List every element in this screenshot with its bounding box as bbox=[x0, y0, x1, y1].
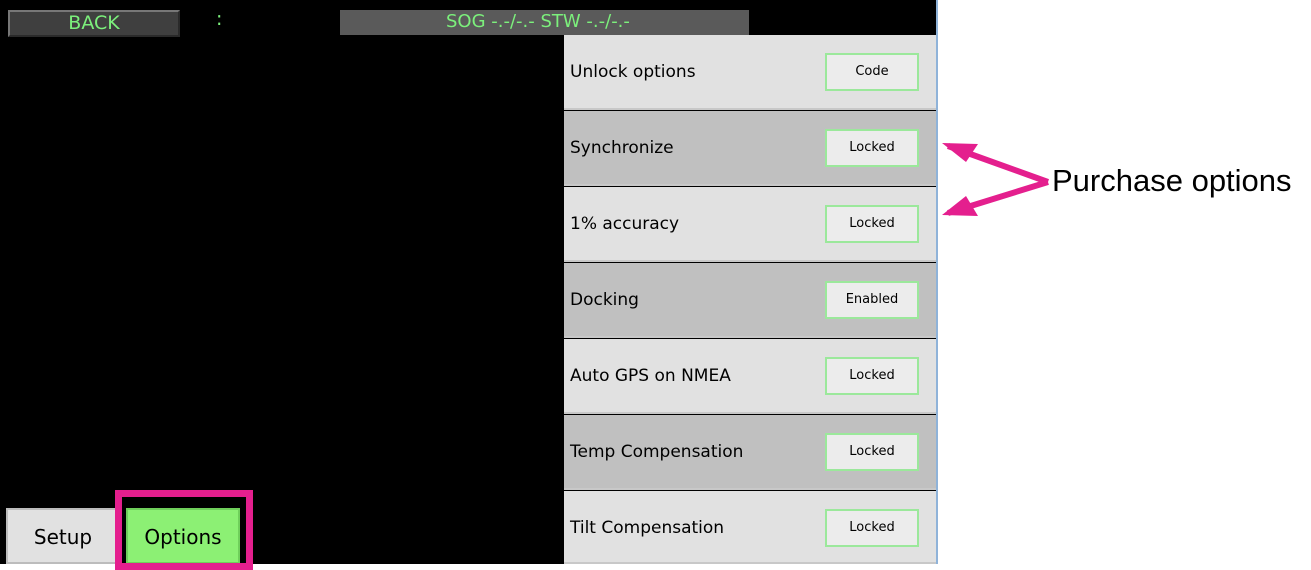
annotation-label: Purchase options bbox=[1052, 163, 1292, 198]
annotation-arrows bbox=[942, 143, 1050, 216]
